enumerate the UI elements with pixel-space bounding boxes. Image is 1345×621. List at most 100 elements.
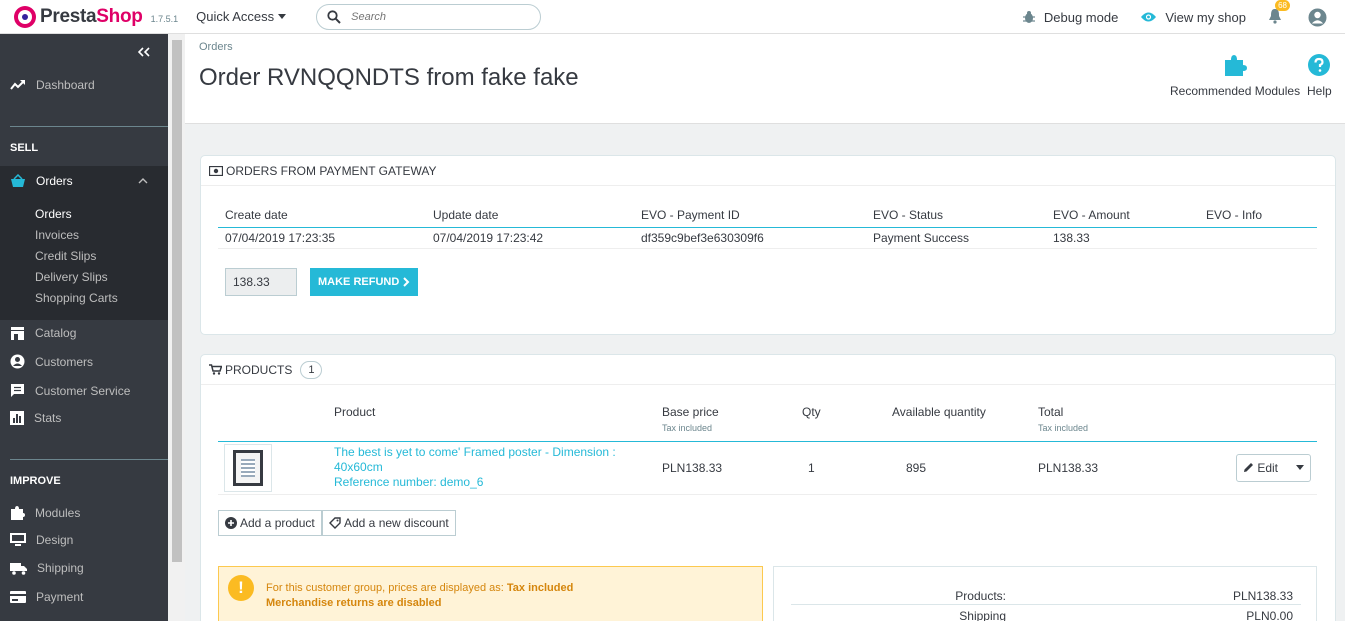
caret-down-icon[interactable] (1296, 465, 1304, 470)
sidebar-subitem-shopping-carts[interactable]: Shopping Carts (35, 291, 118, 305)
make-refund-label: MAKE REFUND (318, 276, 400, 288)
pencil-icon (1244, 463, 1254, 472)
column-header-image (218, 399, 334, 442)
totals-label: Products: (955, 589, 1006, 603)
sidebar-item-catalog[interactable]: Catalog (0, 326, 168, 340)
column-header-label: Base price (662, 405, 719, 419)
search-icon (327, 9, 341, 24)
panel-heading: ORDERS FROM PAYMENT GATEWAY (201, 156, 1335, 186)
sidebar-item-label: Customers (35, 354, 94, 369)
sidebar-item-customer-service[interactable]: Customer Service (0, 383, 168, 398)
recommended-modules-button[interactable]: Recommended Modules (1170, 54, 1300, 98)
sidebar-item-modules[interactable]: Modules (0, 505, 168, 520)
table-header-row: Product Base price Tax included Qty Avail… (218, 399, 1317, 442)
search-input[interactable] (351, 10, 522, 23)
debug-mode-label: Debug mode (1043, 9, 1119, 25)
warning-icon: ! (228, 575, 254, 601)
help-button[interactable]: Help (1307, 54, 1332, 98)
desktop-icon (10, 533, 26, 546)
sidebar-item-dashboard[interactable]: Dashboard (0, 78, 168, 92)
payment-gateway-panel: ORDERS FROM PAYMENT GATEWAY Create date … (200, 155, 1336, 335)
chat-icon (11, 384, 24, 397)
totals-value: PLN138.33 (1232, 589, 1293, 603)
debug-mode-link[interactable]: Debug mode (1022, 10, 1118, 25)
search-box[interactable] (316, 3, 542, 30)
account-button[interactable] (1308, 8, 1335, 27)
sidebar-item-customers[interactable]: Customers (0, 354, 168, 369)
double-chevron-left-icon (137, 47, 150, 57)
add-discount-button[interactable]: Add a new discount (322, 510, 456, 536)
cell-base-price: PLN138.33 (662, 441, 802, 495)
sidebar-subitem-invoices[interactable]: Invoices (35, 228, 79, 242)
cell-update-date: 07/04/2019 17:23:42 (426, 227, 634, 249)
sidebar-item-label: Design (36, 533, 74, 547)
help-circle-icon (1308, 54, 1331, 76)
sidebar-item-stats[interactable]: Stats (0, 411, 168, 425)
sidebar-item-payment[interactable]: Payment (0, 590, 168, 604)
products-table: Product Base price Tax included Qty Avail… (218, 399, 1317, 495)
product-thumbnail[interactable] (224, 443, 272, 492)
sidebar: Dashboard SELL Orders Orders Invoices Cr… (0, 34, 168, 621)
account-circle-icon (10, 354, 25, 369)
collapse-sidebar-button[interactable] (137, 44, 150, 60)
divider (10, 126, 168, 127)
alert-text: For this customer group, prices are disp… (266, 581, 573, 611)
sidebar-subitem-orders[interactable]: Orders (35, 207, 72, 221)
alert-line1-prefix: For this customer group, prices are disp… (266, 582, 507, 594)
view-shop-link[interactable]: View my shop (1140, 10, 1246, 25)
column-header: Product (334, 399, 662, 442)
tax-info-alert: ! For this customer group, prices are di… (218, 566, 763, 621)
column-header-label: Product (334, 405, 376, 419)
column-header: Update date (426, 203, 634, 228)
gateway-table: Create date Update date EVO - Payment ID… (218, 203, 1317, 249)
make-refund-button[interactable]: MAKE REFUND (310, 268, 419, 296)
truck-icon (10, 562, 27, 575)
sidebar-item-shipping[interactable]: Shipping (0, 561, 168, 575)
refund-amount-input[interactable] (225, 268, 297, 296)
products-count-badge: 1 (300, 360, 323, 379)
totals-value: PLN0.00 (1246, 609, 1293, 621)
cell-info (1199, 227, 1317, 249)
divider (791, 604, 1301, 605)
totals-label: Shipping (959, 609, 1006, 621)
product-reference[interactable]: Reference number: demo_6 (334, 475, 662, 490)
cell-image (218, 441, 334, 495)
sidebar-subitem-delivery-slips[interactable]: Delivery Slips (35, 270, 108, 284)
edit-button[interactable]: Edit (1236, 453, 1311, 482)
sidebar-item-label: Stats (34, 411, 62, 425)
table-header-row: Create date Update date EVO - Payment ID… (218, 203, 1317, 228)
cell-amount: 138.33 (1046, 227, 1199, 249)
cell-payment-id: df359c9bef3e630309f6 (634, 227, 866, 249)
column-header: EVO - Info (1199, 203, 1317, 228)
order-totals-panel: Products: PLN138.33 Shipping PLN0.00 (773, 566, 1317, 621)
cell-available: 895 (892, 441, 1038, 495)
product-name-link[interactable]: The best is yet to come' Framed poster -… (334, 445, 662, 475)
sidebar-item-label: Dashboard (36, 78, 95, 92)
sidebar-item-design[interactable]: Design (0, 533, 168, 547)
add-product-button[interactable]: Add a product (218, 510, 322, 536)
cell-create-date: 07/04/2019 17:23:35 (218, 227, 426, 249)
view-shop-label: View my shop (1165, 9, 1246, 25)
sidebar-item-label: Orders (36, 174, 73, 188)
logo[interactable]: PrestaShop (14, 5, 143, 28)
section-title-sell: SELL (10, 142, 39, 154)
puzzle-icon (11, 506, 25, 520)
notifications-button[interactable]: 68 (1268, 0, 1290, 27)
scrollbar-thumb[interactable] (172, 40, 182, 562)
sidebar-scrollbar[interactable] (169, 34, 185, 621)
sidebar-item-label: Customer Service (35, 383, 131, 398)
table-row: 07/04/2019 17:23:35 07/04/2019 17:23:42 … (218, 227, 1317, 249)
store-icon (11, 326, 24, 340)
table-row: The best is yet to come' Framed poster -… (218, 441, 1317, 495)
sidebar-item-orders[interactable]: Orders (0, 174, 168, 188)
cell-actions: Edit (1234, 441, 1317, 495)
column-header-actions (1234, 399, 1317, 442)
recommended-modules-label: Recommended Modules (1170, 84, 1301, 98)
breadcrumb[interactable]: Orders (199, 41, 233, 53)
chevron-up-icon (138, 178, 148, 184)
sidebar-subitem-credit-slips[interactable]: Credit Slips (35, 249, 96, 263)
quick-access-dropdown[interactable]: Quick Access (196, 9, 287, 24)
page-title: Order RVNQQNDTS from fake fake (199, 64, 579, 91)
edit-label: Edit (1257, 460, 1278, 475)
cell-total: PLN138.33 (1038, 441, 1234, 495)
